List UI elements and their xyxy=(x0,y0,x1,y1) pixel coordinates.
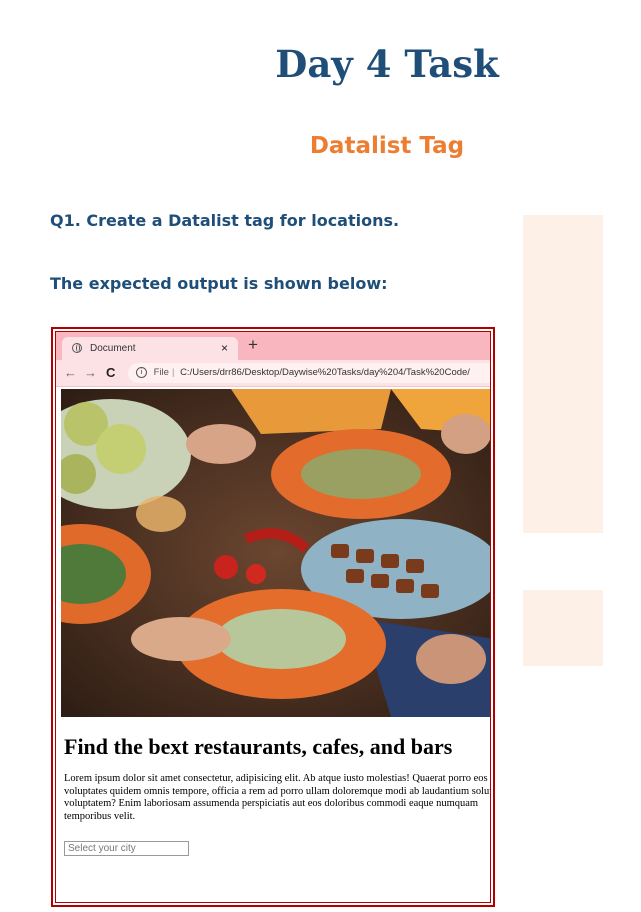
info-icon[interactable]: i xyxy=(136,366,147,378)
browser-window: Document × + ← → C i File | C:/Users/drr8… xyxy=(55,331,491,903)
food-table-photo xyxy=(61,389,490,717)
new-tab-button[interactable]: + xyxy=(248,335,258,355)
page-heading: Find the bext restaurants, cafes, and ba… xyxy=(64,734,453,759)
document-subtitle: Datalist Tag xyxy=(309,133,465,159)
reload-icon[interactable]: C xyxy=(106,365,115,380)
expected-output-label: The expected output is shown below: xyxy=(50,274,388,293)
watermark-exclamation-bar xyxy=(523,215,603,533)
url-scheme: File xyxy=(153,367,169,378)
page-body-text: Lorem ipsum dolor sit amet consectetur, … xyxy=(64,773,491,822)
forward-arrow-icon[interactable]: → xyxy=(84,365,97,380)
back-arrow-icon[interactable]: ← xyxy=(64,365,77,380)
question-text: Q1. Create a Datalist tag for locations. xyxy=(50,211,400,230)
address-bar: ← → C i File | C:/Users/drr86/Desktop/Day… xyxy=(56,360,490,387)
watermark-exclamation-dot xyxy=(523,590,603,666)
close-tab-icon[interactable]: × xyxy=(221,337,228,360)
document-title: Day 4 Task xyxy=(275,42,499,86)
globe-icon xyxy=(72,343,82,353)
browser-tab-strip: Document × + xyxy=(56,332,490,360)
url-text: C:/Users/drr86/Desktop/Daywise%20Tasks/d… xyxy=(180,367,470,378)
city-datalist-input[interactable] xyxy=(64,841,189,856)
screenshot-frame: Document × + ← → C i File | C:/Users/drr8… xyxy=(51,327,495,907)
browser-tab[interactable]: Document × xyxy=(62,337,238,360)
tab-title: Document xyxy=(90,343,136,354)
url-field[interactable]: i File | C:/Users/drr86/Desktop/Daywise%2… xyxy=(128,363,490,383)
